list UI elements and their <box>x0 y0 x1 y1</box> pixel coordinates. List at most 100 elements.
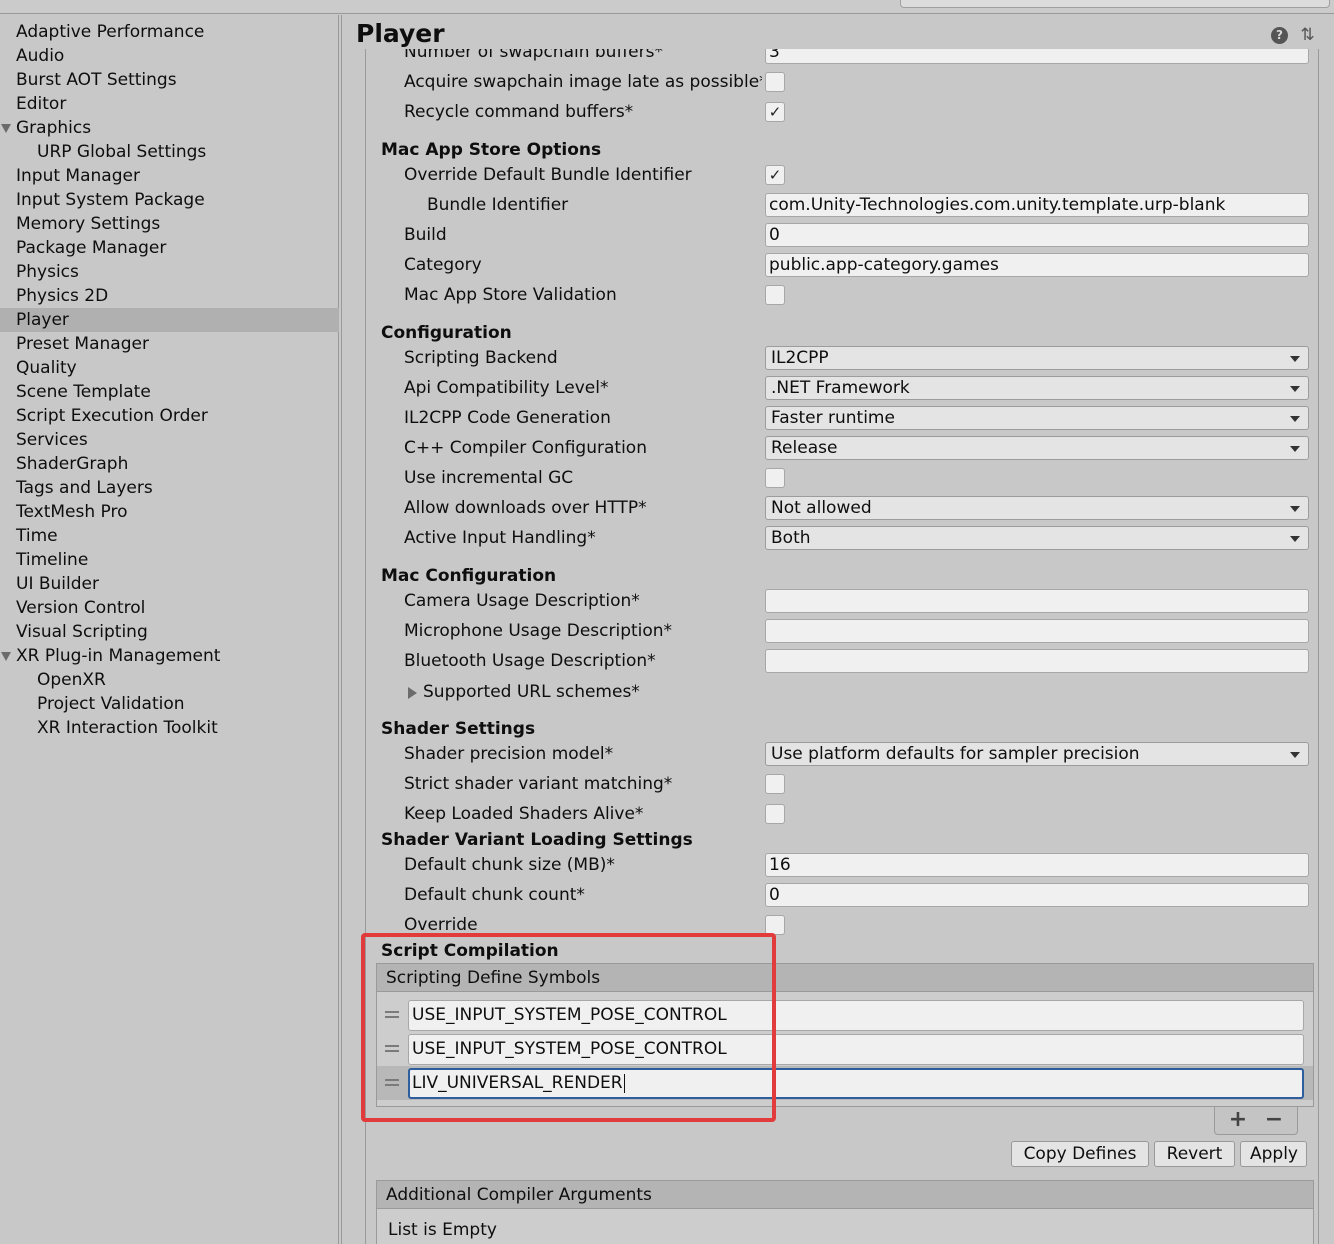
il2cpp-codegen-dropdown[interactable]: Faster runtime <box>765 406 1309 430</box>
chunk-size-input[interactable]: 16 <box>765 853 1309 877</box>
dropdown-value: Use platform defaults for sampler precis… <box>771 744 1140 764</box>
list-item[interactable]: USE_INPUT_SYSTEM_POSE_CONTROL <box>377 998 1313 1032</box>
sidebar-item-label: Player <box>16 310 69 330</box>
sidebar-item-input-system[interactable]: Input System Package <box>0 188 339 212</box>
sidebar-item-label: Time <box>16 526 58 546</box>
sidebar-item-audio[interactable]: Audio <box>0 44 339 68</box>
list-header[interactable]: Additional Compiler Arguments <box>377 1181 1313 1209</box>
top-toolbar <box>0 0 1334 14</box>
keep-shaders-checkbox[interactable] <box>765 804 785 824</box>
sidebar-item-physics-2d[interactable]: Physics 2D <box>0 284 339 308</box>
sidebar-item-project-validation[interactable]: Project Validation <box>0 692 339 716</box>
camera-usage-input[interactable] <box>765 589 1309 613</box>
sidebar-item-script-execution-order[interactable]: Script Execution Order <box>0 404 339 428</box>
preset-icon[interactable]: ⇅ <box>1299 27 1316 44</box>
sidebar-item-label: Project Validation <box>37 694 185 714</box>
scripting-backend-dropdown[interactable]: IL2CPP <box>765 346 1309 370</box>
sidebar-item-shadergraph[interactable]: ShaderGraph <box>0 452 339 476</box>
category-input[interactable]: public.app-category.games <box>765 253 1309 277</box>
chunk-count-input[interactable]: 0 <box>765 883 1309 907</box>
sidebar-item-package-manager[interactable]: Package Manager <box>0 236 339 260</box>
sidebar-item-burst-aot[interactable]: Burst AOT Settings <box>0 68 339 92</box>
incremental-gc-checkbox[interactable] <box>765 468 785 488</box>
sidebar-item-timeline[interactable]: Timeline <box>0 548 339 572</box>
foldout-arrow-icon[interactable] <box>408 687 417 699</box>
add-item-button[interactable]: + <box>1223 1107 1253 1133</box>
list-item[interactable]: LIV_UNIVERSAL_RENDER <box>377 1066 1313 1100</box>
field-label: Strict shader variant matching* <box>404 774 673 794</box>
build-input[interactable]: 0 <box>765 223 1309 247</box>
url-schemes-foldout[interactable]: Supported URL schemes* <box>342 677 1334 707</box>
search-field[interactable] <box>900 0 1330 8</box>
dropdown-caret-icon <box>1290 446 1300 452</box>
microphone-usage-input[interactable] <box>765 619 1309 643</box>
drag-handle-icon[interactable] <box>385 1011 399 1018</box>
remove-item-button[interactable]: − <box>1259 1107 1289 1133</box>
expand-arrow-icon[interactable] <box>1 124 11 133</box>
input-handling-dropdown[interactable]: Both <box>765 526 1309 550</box>
sidebar-item-scene-template[interactable]: Scene Template <box>0 380 339 404</box>
sidebar-item-version-control[interactable]: Version Control <box>0 596 339 620</box>
override-bundle-checkbox[interactable]: ✓ <box>765 165 785 185</box>
sidebar-item-tags-layers[interactable]: Tags and Layers <box>0 476 339 500</box>
list-item[interactable]: USE_INPUT_SYSTEM_POSE_CONTROL <box>377 1032 1313 1066</box>
bluetooth-usage-input[interactable] <box>765 649 1309 673</box>
sidebar-item-openxr[interactable]: OpenXR <box>0 668 339 692</box>
drag-handle-icon[interactable] <box>385 1079 399 1086</box>
sidebar-item-xr-plugin[interactable]: XR Plug-in Management <box>0 644 339 668</box>
sidebar-item-services[interactable]: Services <box>0 428 339 452</box>
expand-arrow-icon[interactable] <box>1 652 11 661</box>
field-label: Keep Loaded Shaders Alive* <box>404 804 644 824</box>
sidebar-item-preset-manager[interactable]: Preset Manager <box>0 332 339 356</box>
sidebar-item-ui-builder[interactable]: UI Builder <box>0 572 339 596</box>
bundle-identifier-input[interactable]: com.Unity-Technologies.com.unity.templat… <box>765 193 1309 217</box>
define-symbol-input[interactable]: USE_INPUT_SYSTEM_POSE_CONTROL <box>408 1034 1304 1065</box>
sidebar-item-label: Version Control <box>16 598 146 618</box>
scripting-define-symbols-list: Scripting Define Symbols USE_INPUT_SYSTE… <box>376 963 1314 1107</box>
help-icon[interactable]: ? <box>1271 27 1288 44</box>
sidebar-item-quality[interactable]: Quality <box>0 356 339 380</box>
acquire-swapchain-checkbox[interactable] <box>765 72 785 92</box>
strict-variant-checkbox[interactable] <box>765 774 785 794</box>
app-store-validation-checkbox[interactable] <box>765 285 785 305</box>
swapchain-buffers-input[interactable]: 3 <box>765 48 1309 64</box>
player-settings-scroll[interactable]: Number of swapchain buffers* 3 Acquire s… <box>342 48 1334 1244</box>
sidebar-item-input-manager[interactable]: Input Manager <box>0 164 339 188</box>
field-label: Category <box>404 255 482 275</box>
list-header[interactable]: Scripting Define Symbols <box>377 964 1313 992</box>
cpp-compiler-dropdown[interactable]: Release <box>765 436 1309 460</box>
sidebar-item-time[interactable]: Time <box>0 524 339 548</box>
sidebar-item-xr-interaction[interactable]: XR Interaction Toolkit <box>0 716 339 740</box>
revert-button[interactable]: Revert <box>1154 1141 1235 1167</box>
define-symbol-input[interactable]: USE_INPUT_SYSTEM_POSE_CONTROL <box>408 1000 1304 1031</box>
copy-defines-button[interactable]: Copy Defines <box>1011 1141 1149 1167</box>
sidebar-item-adaptive-performance[interactable]: Adaptive Performance <box>0 20 339 44</box>
dropdown-caret-icon <box>1290 416 1300 422</box>
drag-handle-icon[interactable] <box>385 1045 399 1052</box>
sidebar-item-player[interactable]: Player <box>0 308 339 332</box>
app-store-validation-row: Mac App Store Validation <box>342 280 1334 310</box>
sidebar-item-label: Memory Settings <box>16 214 161 234</box>
override-row: Override <box>342 910 1334 940</box>
sidebar-item-memory[interactable]: Memory Settings <box>0 212 339 236</box>
api-compat-dropdown[interactable]: .NET Framework <box>765 376 1309 400</box>
sidebar-item-physics[interactable]: Physics <box>0 260 339 284</box>
http-downloads-dropdown[interactable]: Not allowed <box>765 496 1309 520</box>
field-label: Number of swapchain buffers* <box>404 48 663 62</box>
sidebar-item-visual-scripting[interactable]: Visual Scripting <box>0 620 339 644</box>
dropdown-value: Not allowed <box>771 498 872 518</box>
sidebar-item-label: Tags and Layers <box>16 478 153 498</box>
sidebar-item-graphics[interactable]: Graphics <box>0 116 339 140</box>
bluetooth-usage-row: Bluetooth Usage Description* <box>342 646 1334 676</box>
apply-button[interactable]: Apply <box>1240 1141 1307 1167</box>
sidebar-item-textmesh-pro[interactable]: TextMesh Pro <box>0 500 339 524</box>
bundle-identifier-row: Bundle Identifier com.Unity-Technologies… <box>342 190 1334 220</box>
sidebar-item-editor[interactable]: Editor <box>0 92 339 116</box>
sidebar-item-urp-global[interactable]: URP Global Settings <box>0 140 339 164</box>
recycle-buffers-row: Recycle command buffers* ✓ <box>342 97 1334 127</box>
override-checkbox[interactable] <box>765 915 785 935</box>
field-label: Supported URL schemes* <box>423 682 640 702</box>
recycle-buffers-checkbox[interactable]: ✓ <box>765 102 785 122</box>
define-symbol-input-focused[interactable]: LIV_UNIVERSAL_RENDER <box>408 1068 1304 1099</box>
shader-precision-dropdown[interactable]: Use platform defaults for sampler precis… <box>765 742 1309 766</box>
